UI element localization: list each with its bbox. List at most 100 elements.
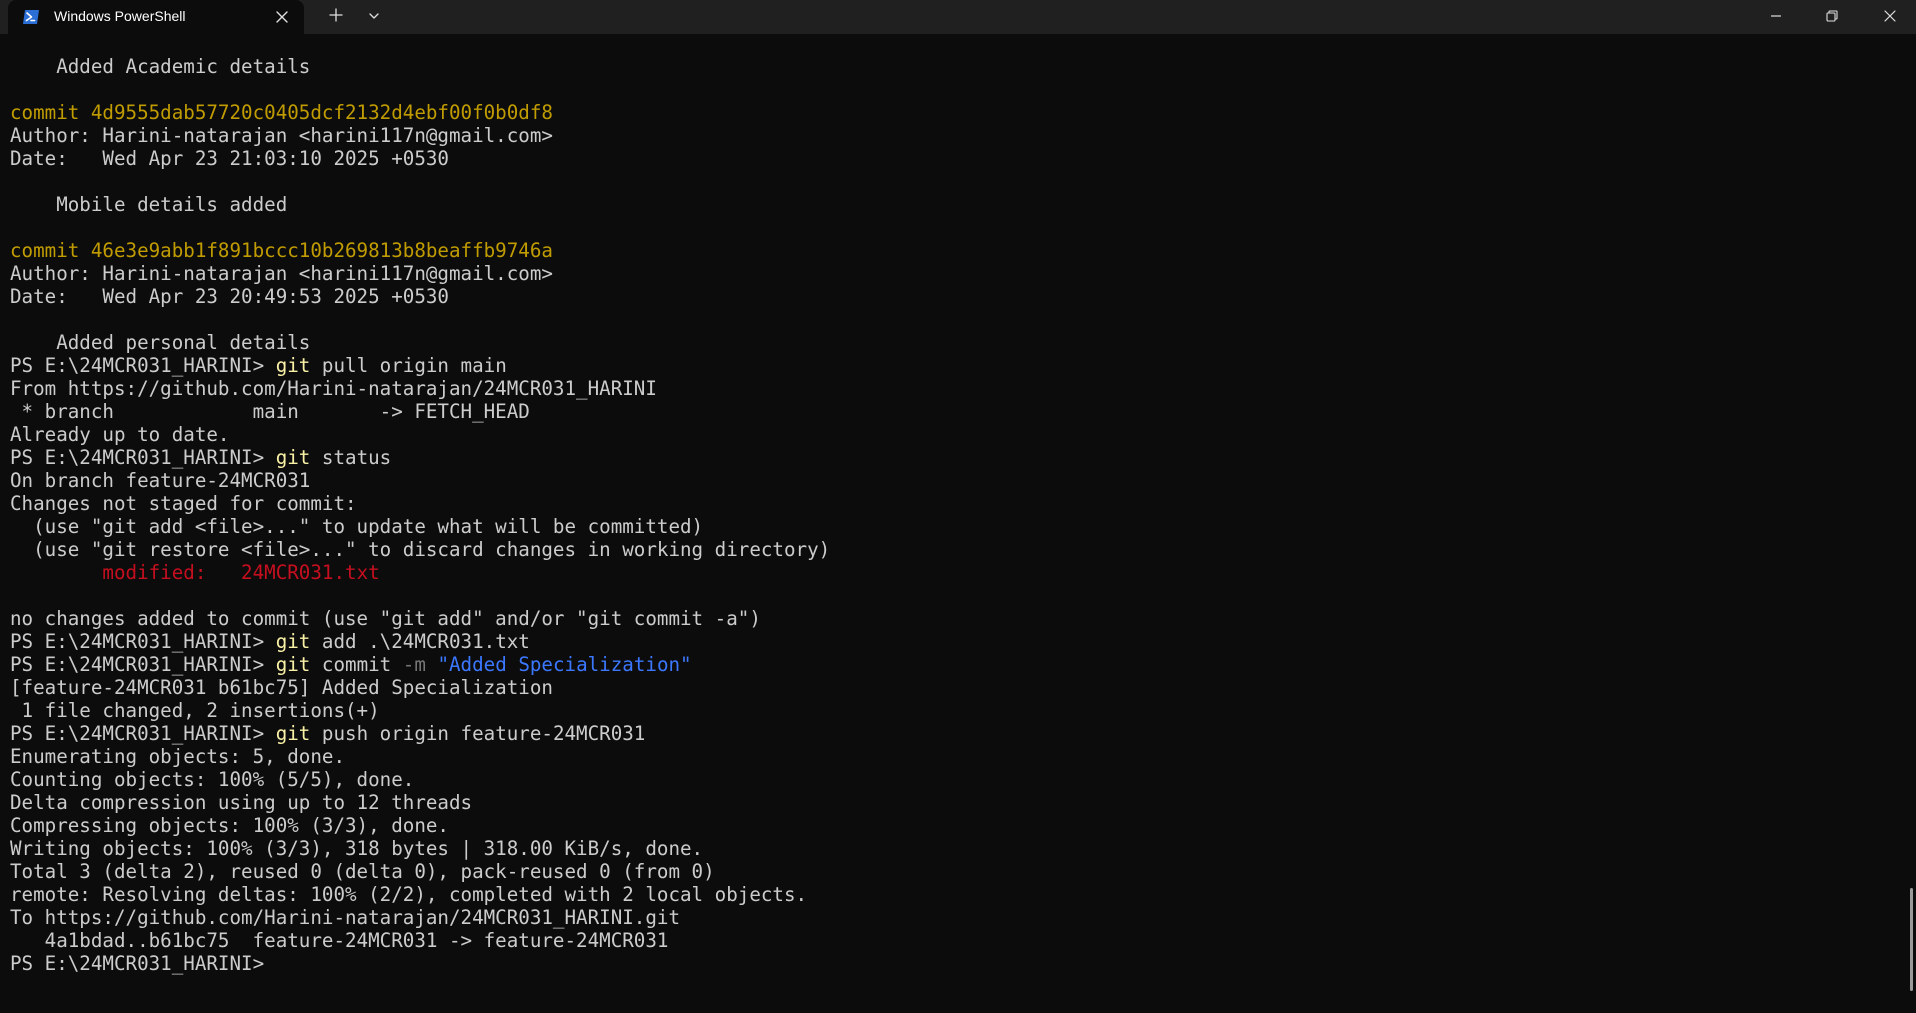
window-close-button[interactable] <box>1864 2 1916 32</box>
terminal-text: PS E:\24MCR031_HARINI> <box>10 630 276 653</box>
terminal-text: Date: Wed Apr 23 21:03:10 2025 +0530 <box>10 147 449 170</box>
close-icon <box>1883 8 1897 27</box>
plus-icon <box>328 7 344 27</box>
terminal-line: [feature-24MCR031 b61bc75] Added Special… <box>10 676 1900 699</box>
terminal-text: Changes not staged for commit: <box>10 492 357 515</box>
terminal-text: PS E:\24MCR031_HARINI> <box>10 653 276 676</box>
terminal-line: Author: Harini-natarajan <harini117n@gma… <box>10 262 1900 285</box>
terminal-line: PS E:\24MCR031_HARINI> git pull origin m… <box>10 354 1900 377</box>
minimize-icon <box>1769 8 1783 27</box>
terminal-line: * branch main -> FETCH_HEAD <box>10 400 1900 423</box>
terminal-text: git <box>275 354 311 377</box>
terminal-text: PS E:\24MCR031_HARINI> <box>10 354 276 377</box>
terminal-text: commit 4d9555dab57720c0405dcf2132d4ebf00… <box>10 101 553 124</box>
terminal-line: From https://github.com/Harini-natarajan… <box>10 377 1900 400</box>
terminal-text: git <box>275 630 311 653</box>
terminal-line: Changes not staged for commit: <box>10 492 1900 515</box>
terminal-text: [feature-24MCR031 b61bc75] Added Special… <box>10 676 553 699</box>
terminal-line: Added personal details <box>10 331 1900 354</box>
terminal-text: Enumerating objects: 5, done. <box>10 745 346 768</box>
terminal-text: To https://github.com/Harini-natarajan/2… <box>10 906 681 929</box>
terminal-line: Delta compression using up to 12 threads <box>10 791 1900 814</box>
terminal-text: pull origin main <box>310 354 507 377</box>
terminal-text: commit 46e3e9abb1f891bccc10b269813b8beaf… <box>10 239 553 262</box>
terminal-text: commit <box>310 653 403 676</box>
scrollbar-thumb[interactable] <box>1910 888 1913 991</box>
terminal-text: Author: Harini-natarajan <harini117n@gma… <box>10 124 553 147</box>
powershell-icon <box>22 8 40 26</box>
terminal-line: Author: Harini-natarajan <harini117n@gma… <box>10 124 1900 147</box>
terminal-line: PS E:\24MCR031_HARINI> git status <box>10 446 1900 469</box>
terminal-text: push origin feature-24MCR031 <box>310 722 646 745</box>
terminal-text: git <box>275 653 311 676</box>
terminal-line: modified: 24MCR031.txt <box>10 561 1900 584</box>
terminal-line: no changes added to commit (use "git add… <box>10 607 1900 630</box>
terminal-text: Date: Wed Apr 23 20:49:53 2025 +0530 <box>10 285 449 308</box>
terminal-text: Author: Harini-natarajan <harini117n@gma… <box>10 262 553 285</box>
terminal-text: add .\24MCR031.txt <box>310 630 530 653</box>
terminal-text: * branch main -> FETCH_HEAD <box>10 400 530 423</box>
terminal-text: Total 3 (delta 2), reused 0 (delta 0), p… <box>10 860 715 883</box>
terminal-line: Total 3 (delta 2), reused 0 (delta 0), p… <box>10 860 1900 883</box>
terminal-text: (use "git add <file>..." to update what … <box>10 515 704 538</box>
terminal-text: (use "git restore <file>..." to discard … <box>10 538 831 561</box>
terminal-line: (use "git add <file>..." to update what … <box>10 515 1900 538</box>
terminal-text: PS E:\24MCR031_HARINI> <box>10 722 276 745</box>
terminal-line: Counting objects: 100% (5/5), done. <box>10 768 1900 791</box>
terminal-text: PS E:\24MCR031_HARINI> <box>10 446 276 469</box>
terminal-text: Already up to date. <box>10 423 230 446</box>
close-icon[interactable] <box>272 7 292 27</box>
terminal-line: Already up to date. <box>10 423 1900 446</box>
terminal-text: From https://github.com/Harini-natarajan… <box>10 377 657 400</box>
terminal-text: Compressing objects: 100% (3/3), done. <box>10 814 449 837</box>
terminal-text: git <box>275 446 311 469</box>
terminal-line: Enumerating objects: 5, done. <box>10 745 1900 768</box>
terminal-text: On branch feature-24MCR031 <box>10 469 311 492</box>
terminal-text: modified: 24MCR031.txt <box>102 561 380 584</box>
terminal-text: Added personal details <box>10 331 311 354</box>
terminal-text: 4a1bdad..b61bc75 feature-24MCR031 -> fea… <box>10 929 669 952</box>
terminal-output[interactable]: Added Academic details commit 4d9555dab57… <box>10 32 1900 1012</box>
terminal-line: PS E:\24MCR031_HARINI> git add .\24MCR03… <box>10 630 1900 653</box>
terminal-text: Writing objects: 100% (3/3), 318 bytes |… <box>10 837 704 860</box>
new-tab-button[interactable] <box>320 2 352 32</box>
terminal-text: status <box>310 446 392 469</box>
terminal-line: commit 4d9555dab57720c0405dcf2132d4ebf00… <box>10 101 1900 124</box>
terminal-text: PS E:\24MCR031_HARINI> <box>10 952 276 975</box>
terminal-line: To https://github.com/Harini-natarajan/2… <box>10 906 1900 929</box>
tab-windows-powershell[interactable]: Windows PowerShell <box>8 0 304 34</box>
terminal-line: Mobile details added <box>10 193 1900 216</box>
terminal-text: Mobile details added <box>10 193 288 216</box>
terminal-line: On branch feature-24MCR031 <box>10 469 1900 492</box>
chevron-down-icon <box>367 8 381 27</box>
terminal-text: Delta compression using up to 12 threads <box>10 791 473 814</box>
terminal-line: Date: Wed Apr 23 20:49:53 2025 +0530 <box>10 285 1900 308</box>
terminal-line: (use "git restore <file>..." to discard … <box>10 538 1900 561</box>
restore-icon <box>1825 8 1839 27</box>
terminal-text: 1 file changed, 2 insertions(+) <box>10 699 380 722</box>
title-bar: Windows PowerShell <box>0 0 1916 34</box>
terminal-text: Counting objects: 100% (5/5), done. <box>10 768 415 791</box>
terminal-text: Added Academic details <box>10 55 311 78</box>
minimize-button[interactable] <box>1750 2 1802 32</box>
terminal-line: Date: Wed Apr 23 21:03:10 2025 +0530 <box>10 147 1900 170</box>
terminal-line: remote: Resolving deltas: 100% (2/2), co… <box>10 883 1900 906</box>
terminal-line: PS E:\24MCR031_HARINI> git commit -m "Ad… <box>10 653 1900 676</box>
terminal-text: "Added Specialization" <box>437 653 692 676</box>
tab-dropdown-button[interactable] <box>358 2 390 32</box>
terminal-text: remote: Resolving deltas: 100% (2/2), co… <box>10 883 808 906</box>
terminal-text: -m <box>402 653 426 676</box>
terminal-line: Added Academic details <box>10 55 1900 78</box>
terminal-line: PS E:\24MCR031_HARINI> git push origin f… <box>10 722 1900 745</box>
terminal-line: Compressing objects: 100% (3/3), done. <box>10 814 1900 837</box>
restore-button[interactable] <box>1806 2 1858 32</box>
terminal-line: commit 46e3e9abb1f891bccc10b269813b8beaf… <box>10 239 1900 262</box>
